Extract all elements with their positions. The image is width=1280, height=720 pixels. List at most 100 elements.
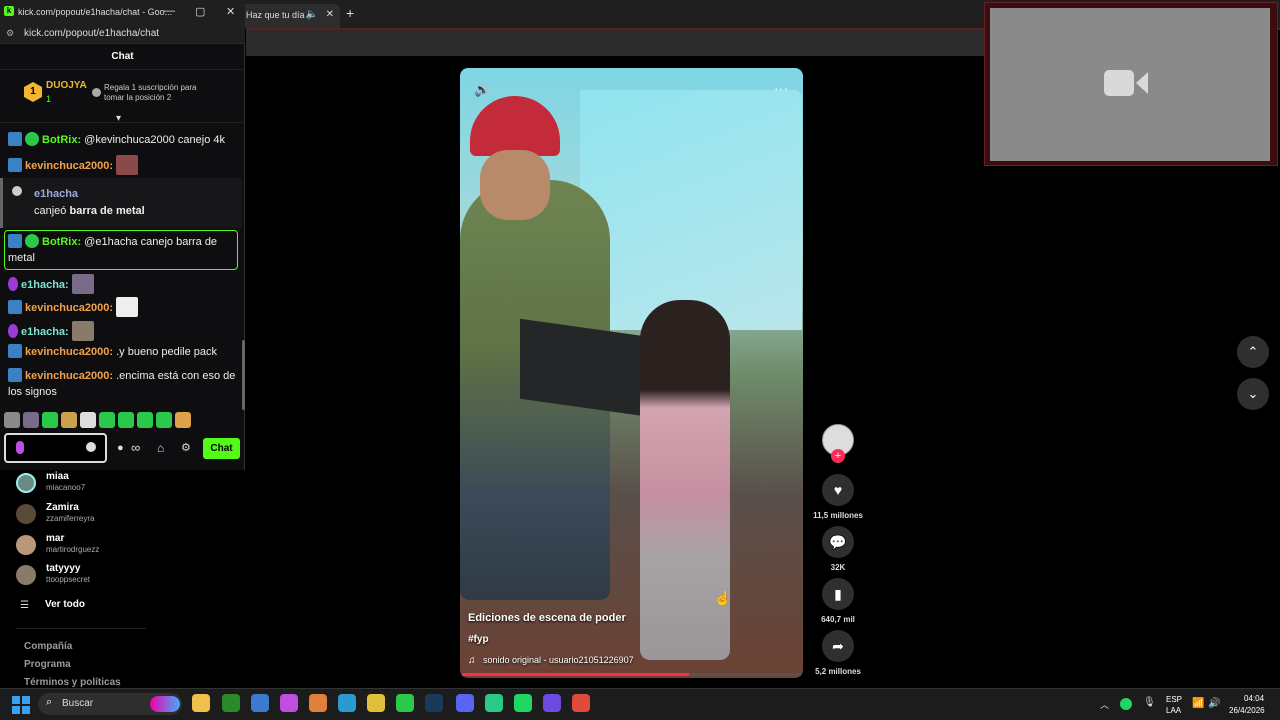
app-icon[interactable] bbox=[280, 694, 298, 712]
app-icon[interactable] bbox=[543, 694, 561, 712]
chat-scrollbar[interactable] bbox=[242, 340, 245, 410]
video-progress-fill bbox=[462, 673, 689, 676]
emoji-picker-icon[interactable] bbox=[86, 442, 96, 452]
chat-username[interactable]: kevinchuca2000 bbox=[25, 302, 109, 314]
search-icon: ⌕ bbox=[46, 696, 53, 708]
background-tab[interactable]: Haz que tu día 🔈 ✕ bbox=[240, 4, 340, 28]
emote-icon[interactable] bbox=[137, 412, 153, 428]
chat-username[interactable]: BotRix bbox=[42, 236, 77, 248]
minimize-icon[interactable]: — bbox=[164, 5, 175, 17]
send-chat-button[interactable]: Chat bbox=[203, 438, 240, 459]
redeem-username[interactable]: e1hacha bbox=[34, 188, 78, 200]
chat-text: @e1hacha canejo barra de metal bbox=[8, 236, 218, 264]
edge-icon[interactable] bbox=[338, 694, 356, 712]
chat-message: BotRix: @kevinchuca2000 canejo 4k bbox=[8, 132, 240, 148]
emote-icon[interactable] bbox=[4, 412, 20, 428]
next-video-button[interactable]: ⌄ bbox=[1237, 378, 1269, 410]
background-tab-title: Haz que tu día bbox=[246, 10, 305, 20]
microphone-tray-icon[interactable]: 🎙 bbox=[1143, 697, 1156, 708]
share-button[interactable]: ➦ bbox=[822, 630, 854, 662]
video-scene-head bbox=[480, 150, 550, 220]
steam-icon[interactable] bbox=[425, 694, 443, 712]
new-tab-button[interactable]: + bbox=[346, 5, 354, 21]
chat-message: BotRix: @e1hacha canejo barra de metal bbox=[8, 234, 240, 266]
keyboard-layout[interactable]: LAA bbox=[1166, 706, 1181, 715]
popup-title-bar[interactable]: k kick.com/popout/e1hacha/chat - Goo... … bbox=[0, 0, 245, 24]
gift-prompt[interactable]: Regala 1 suscripción para tomar la posic… bbox=[104, 83, 214, 103]
speaker-icon[interactable]: 🔈 bbox=[306, 9, 318, 20]
video-camera-icon bbox=[1104, 70, 1148, 96]
clock-time[interactable]: 04:04 bbox=[1244, 694, 1264, 703]
close-icon[interactable]: ✕ bbox=[226, 5, 235, 18]
chat-username[interactable]: kevinchuca2000 bbox=[25, 370, 109, 382]
video-hashtag[interactable]: #fyp bbox=[468, 634, 489, 645]
store-icon[interactable]: ⌂ bbox=[157, 441, 164, 455]
chat-message: e1hacha: bbox=[8, 321, 240, 341]
background-address-bar[interactable] bbox=[246, 30, 986, 56]
like-button[interactable]: ♥ bbox=[822, 474, 854, 506]
emote-icon[interactable] bbox=[61, 412, 77, 428]
language-indicator[interactable]: ESP bbox=[1166, 695, 1182, 704]
emote-icon[interactable] bbox=[42, 412, 58, 428]
channel-points-icon[interactable]: ● bbox=[117, 442, 124, 454]
site-settings-icon[interactable]: ⚙ bbox=[6, 28, 14, 39]
emote-icon[interactable] bbox=[80, 412, 96, 428]
whatsapp-icon[interactable] bbox=[396, 694, 414, 712]
top-gifter-name[interactable]: DUOJYA bbox=[46, 80, 87, 91]
file-explorer-icon[interactable] bbox=[192, 694, 210, 712]
footer-link-company[interactable]: Compañía bbox=[24, 641, 72, 652]
infinity-icon[interactable]: ∞ bbox=[131, 440, 140, 455]
comment-button[interactable]: 💬 bbox=[822, 526, 854, 558]
xbox-icon[interactable] bbox=[222, 694, 240, 712]
footer-link-terms[interactable]: Términos y políticas bbox=[24, 677, 121, 688]
tray-expand-icon[interactable]: ︿ bbox=[1100, 698, 1109, 711]
chat-message: kevinchuca2000: .y bueno pedile pack bbox=[8, 344, 240, 360]
chrome-icon[interactable] bbox=[367, 694, 385, 712]
blender-icon[interactable] bbox=[309, 694, 327, 712]
emote-icon[interactable] bbox=[118, 412, 134, 428]
chrome-active-icon[interactable] bbox=[572, 694, 590, 712]
footer-link-program[interactable]: Programa bbox=[24, 659, 71, 670]
follow-plus-icon[interactable]: + bbox=[831, 449, 845, 463]
volume-icon[interactable]: 🔊 bbox=[474, 82, 490, 98]
see-all-link[interactable]: Ver todo bbox=[45, 599, 85, 610]
close-tab-icon[interactable]: ✕ bbox=[326, 9, 334, 20]
spotify-tray-icon[interactable] bbox=[1120, 698, 1132, 710]
chat-username[interactable]: e1hacha bbox=[21, 326, 65, 338]
clock-date[interactable]: 26/4/2026 bbox=[1229, 706, 1265, 715]
wifi-icon[interactable]: 📶 bbox=[1192, 698, 1204, 709]
mic-badge-icon bbox=[8, 277, 18, 291]
chat-username[interactable]: kevinchuca2000 bbox=[25, 160, 109, 172]
video-sound[interactable]: sonido original - usuario21051226907 bbox=[483, 655, 634, 665]
maximize-icon[interactable]: ▢ bbox=[195, 5, 205, 18]
redeem-item: barra de metal bbox=[69, 205, 145, 217]
music-note-icon: ♫ bbox=[468, 655, 476, 666]
chat-username[interactable]: kevinchuca2000 bbox=[25, 346, 109, 358]
emote-icon[interactable] bbox=[23, 412, 39, 428]
chat-username[interactable]: e1hacha bbox=[21, 279, 65, 291]
microphone-icon[interactable] bbox=[16, 441, 24, 454]
emote-icon bbox=[116, 155, 139, 175]
redeem-text: canjeó barra de metal bbox=[34, 205, 145, 217]
emote-icon[interactable] bbox=[156, 412, 172, 428]
spotify-icon[interactable] bbox=[514, 694, 532, 712]
verified-badge-icon bbox=[25, 132, 39, 146]
volume-tray-icon[interactable]: 🔊 bbox=[1208, 698, 1220, 709]
chat-username[interactable]: BotRix bbox=[42, 134, 77, 146]
chat-colon: : bbox=[65, 279, 69, 291]
moderator-badge-icon bbox=[8, 158, 22, 172]
popup-url-bar[interactable]: ⚙ kick.com/popout/e1hacha/chat bbox=[0, 24, 245, 44]
emote-icon[interactable] bbox=[175, 412, 191, 428]
more-options-icon[interactable]: ··· bbox=[774, 80, 788, 96]
chat-divider bbox=[0, 122, 245, 123]
discord-icon[interactable] bbox=[456, 694, 474, 712]
app-icon[interactable] bbox=[485, 694, 503, 712]
store-app-icon[interactable] bbox=[251, 694, 269, 712]
emote-icon[interactable] bbox=[99, 412, 115, 428]
chat-settings-icon[interactable]: ⚙ bbox=[181, 441, 191, 454]
save-button[interactable]: ▮ bbox=[822, 578, 854, 610]
redeem-action: canjeó bbox=[34, 205, 70, 217]
chat-colon: : bbox=[65, 326, 69, 338]
windows-start-icon[interactable] bbox=[12, 696, 30, 714]
previous-video-button[interactable]: ⌃ bbox=[1237, 336, 1269, 368]
